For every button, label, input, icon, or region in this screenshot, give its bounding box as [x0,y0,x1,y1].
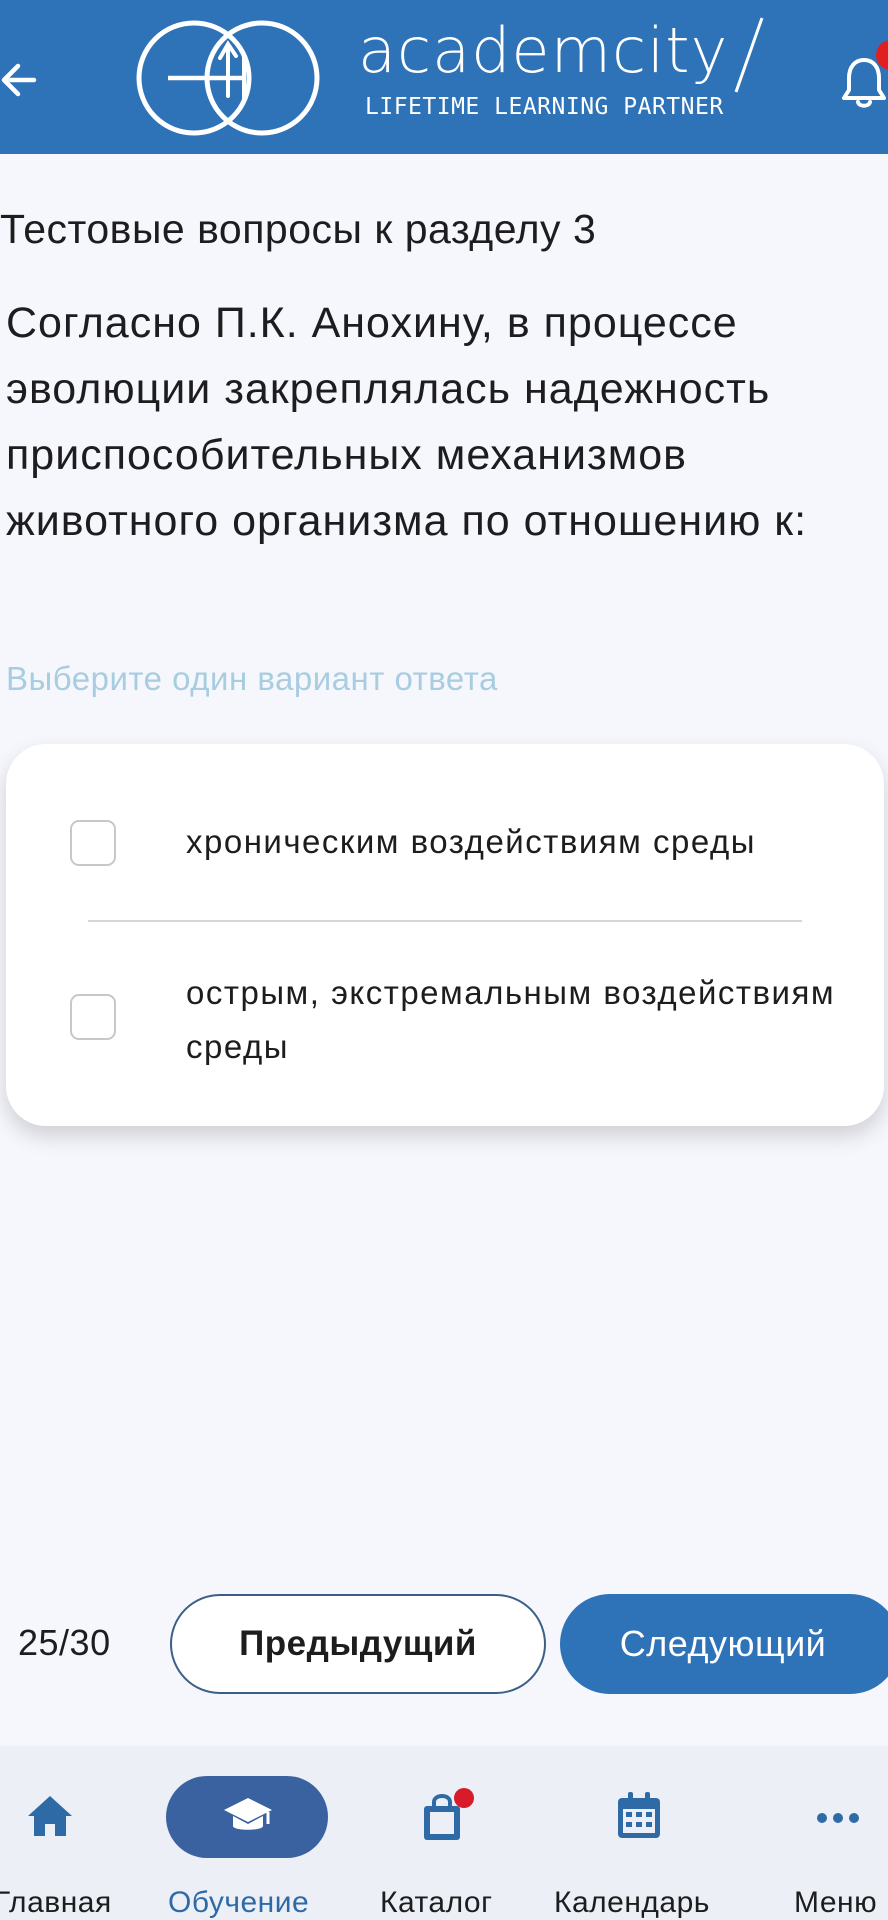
answer-checkbox[interactable] [70,994,116,1040]
nav-label: Каталог [380,1886,493,1919]
answer-label: хроническим воздействиям среды [186,823,756,860]
nav-item-menu[interactable]: Меню [778,1746,888,1920]
answer-label: острым, экстремальным воздействиям среды [186,974,836,1065]
nav-item-calendar[interactable]: Календарь [550,1746,730,1920]
calendar-icon [618,1792,660,1838]
nav-item-catalog[interactable]: Каталог [372,1746,522,1920]
question-text: Согласно П.К. Анохину, в процессе эволюц… [6,299,808,545]
logo-tagline: LIFETIME LEARNING PARTNER [365,94,724,120]
answer-option[interactable]: хроническим воздействиям среды [6,744,884,920]
answer-checkbox[interactable] [70,820,116,866]
answer-option[interactable]: острым, экстремальным воздействиям среды [6,922,884,1126]
catalog-badge [454,1788,474,1808]
next-button[interactable]: Следующий [560,1594,888,1694]
graduation-cap-icon [224,1798,272,1830]
previous-button[interactable]: Предыдущий [170,1594,546,1694]
logo-wordmark: academcity [358,14,729,87]
logo-mark-icon [136,20,320,136]
logo-slash-icon [734,17,764,93]
nav-label: Обучение [168,1886,310,1919]
nav-label: Календарь [554,1886,710,1919]
answers-card: хроническим воздействиям среды острым, э… [6,744,884,1126]
nav-item-home[interactable]: Главная [0,1746,118,1920]
app-header: academcity LIFETIME LEARNING PARTNER [0,0,888,154]
academcity-logo: academcity LIFETIME LEARNING PARTNER [128,16,768,140]
section-title: Тестовые вопросы к разделу 3 [0,206,597,252]
answer-hint: Выберите один вариант ответа [6,660,498,697]
bottom-navigation: Главная Обучение Каталог Календарь Меню [0,1746,888,1920]
arrow-left-icon [1,63,37,97]
question-counter: 25/30 [18,1622,111,1663]
nav-label: Меню [794,1886,878,1919]
nav-label: Главная [0,1886,112,1919]
more-icon [817,1813,859,1823]
nav-item-learning[interactable]: Обучение [150,1746,342,1920]
home-icon [28,1796,72,1836]
back-button[interactable] [0,55,40,105]
